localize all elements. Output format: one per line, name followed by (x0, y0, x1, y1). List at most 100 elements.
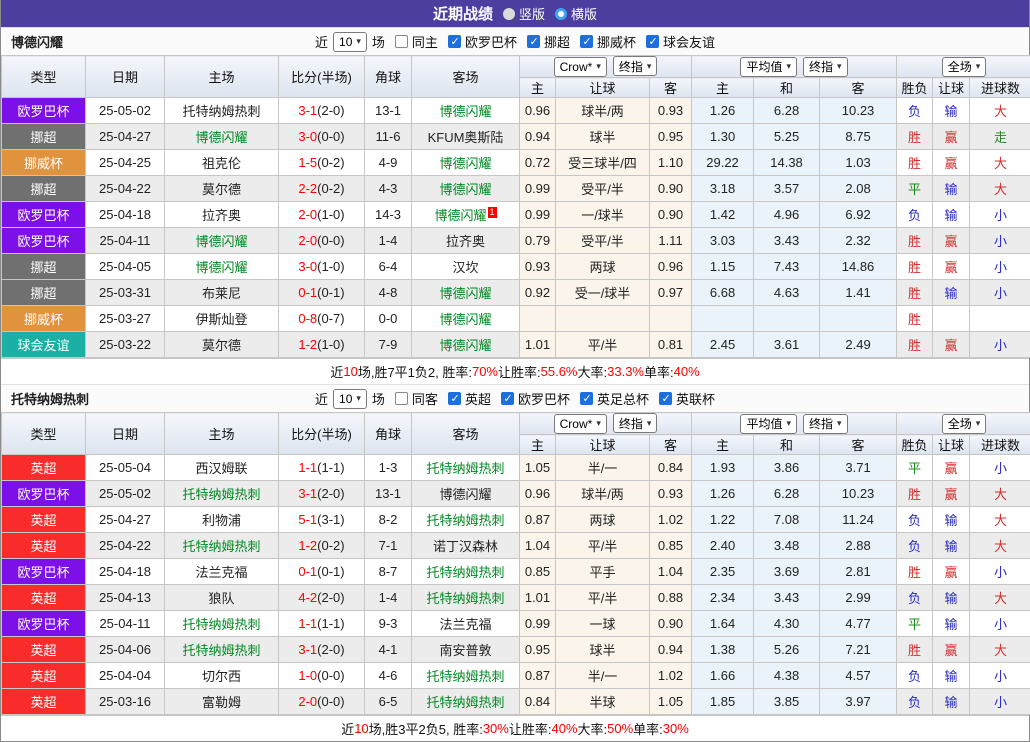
avg-away-odds (820, 306, 897, 332)
avg-away-odds: 6.92 (820, 202, 897, 228)
home-team[interactable]: 布莱尼 (165, 280, 279, 306)
avg-draw-odds: 3.57 (754, 176, 820, 202)
home-team[interactable]: 博德闪耀 (165, 124, 279, 150)
home-team[interactable]: 托特纳姆热刺 (165, 637, 279, 663)
avg-draw-odds: 14.38 (754, 150, 820, 176)
away-team[interactable]: 南安普敦 (412, 637, 520, 663)
half-time-score: (1-1) (317, 460, 344, 475)
away-team[interactable]: 托特纳姆热刺 (412, 585, 520, 611)
sub-column-header: 进球数 (970, 435, 1030, 455)
league-filter-checkbox[interactable] (527, 35, 540, 48)
home-team[interactable]: 拉齐奥 (165, 202, 279, 228)
result-handicap: 输 (933, 533, 970, 559)
league-type-cell: 欧罗巴杯 (2, 481, 86, 507)
result-goals: 大 (970, 150, 1030, 176)
away-team[interactable]: 博德闪耀 (412, 280, 520, 306)
away-team[interactable]: KFUM奥斯陆 (412, 124, 520, 150)
home-team[interactable]: 狼队 (165, 585, 279, 611)
home-team[interactable]: 莫尔德 (165, 176, 279, 202)
layout-radio-vertical[interactable]: 竖版 (503, 4, 545, 23)
away-team[interactable]: 博德闪耀 (412, 306, 520, 332)
chevron-down-icon: ▾ (596, 61, 601, 72)
full-time-score: 4-2 (298, 590, 317, 605)
league-type-cell: 欧罗巴杯 (2, 98, 86, 124)
crow-select[interactable]: Crow*▾ (554, 57, 607, 77)
full-match-select[interactable]: 全场▾ (942, 414, 987, 434)
table-row: 欧罗巴杯25-04-18法兰克福0-1(0-1)8-7托特纳姆热刺0.85平手1… (2, 559, 1030, 585)
away-team[interactable]: 托特纳姆热刺 (412, 507, 520, 533)
away-team[interactable]: 托特纳姆热刺 (412, 663, 520, 689)
same-venue-checkbox[interactable] (395, 392, 408, 405)
corner-cell: 11-6 (365, 124, 412, 150)
home-team[interactable]: 利物浦 (165, 507, 279, 533)
home-team[interactable]: 托特纳姆热刺 (165, 533, 279, 559)
away-team[interactable]: 法兰克福 (412, 611, 520, 637)
away-team[interactable]: 托特纳姆热刺 (412, 559, 520, 585)
away-team[interactable]: 托特纳姆热刺 (412, 455, 520, 481)
average-select[interactable]: 平均值▾ (740, 57, 797, 77)
result-handicap: 赢 (933, 124, 970, 150)
home-team[interactable]: 法兰克福 (165, 559, 279, 585)
league-type-cell: 挪超 (2, 254, 86, 280)
home-team[interactable]: 托特纳姆热刺 (165, 481, 279, 507)
league-filter-checkbox[interactable] (501, 392, 514, 405)
final-index-select-2-value: 终指 (809, 415, 833, 432)
score-cell: 0-8(0-7) (279, 306, 365, 332)
home-team[interactable]: 博德闪耀 (165, 254, 279, 280)
recent-count-select[interactable]: 10▾ (333, 389, 367, 409)
away-team[interactable]: 汉坎 (412, 254, 520, 280)
league-filter-checkbox[interactable] (659, 392, 672, 405)
league-filter-label: 英足总杯 (597, 389, 649, 408)
home-team[interactable]: 富勒姆 (165, 689, 279, 715)
summary-segment: 近 (330, 362, 343, 381)
handicap-line: 一/球半 (556, 202, 650, 228)
home-team[interactable]: 博德闪耀 (165, 228, 279, 254)
home-team[interactable]: 西汉姆联 (165, 455, 279, 481)
league-filter-checkbox[interactable] (580, 392, 593, 405)
header-select-group: Crow*▾ 终指▾ (520, 56, 692, 78)
average-select[interactable]: 平均值▾ (740, 414, 797, 434)
let-away-odds: 1.05 (650, 689, 692, 715)
home-team[interactable]: 托特纳姆热刺 (165, 611, 279, 637)
league-filter-checkbox[interactable] (448, 35, 461, 48)
away-team[interactable]: 博德闪耀 (412, 176, 520, 202)
layout-radio-horizontal[interactable]: 横版 (555, 4, 597, 23)
full-match-select[interactable]: 全场▾ (942, 57, 987, 77)
league-filter-checkbox[interactable] (448, 392, 461, 405)
league-filter-checkbox[interactable] (580, 35, 593, 48)
home-team[interactable]: 祖克伦 (165, 150, 279, 176)
table-row: 挪超25-03-31布莱尼0-1(0-1)4-8博德闪耀0.92受一/球半0.9… (2, 280, 1030, 306)
home-team[interactable]: 伊斯灿登 (165, 306, 279, 332)
score-cell: 1-5(0-2) (279, 150, 365, 176)
away-team[interactable]: 博德闪耀 (412, 332, 520, 358)
result-handicap: 输 (933, 611, 970, 637)
away-team[interactable]: 拉齐奥 (412, 228, 520, 254)
avg-draw-odds: 7.43 (754, 254, 820, 280)
crow-select[interactable]: Crow*▾ (554, 414, 607, 434)
final-index-select[interactable]: 终指▾ (613, 413, 658, 433)
away-team[interactable]: 托特纳姆热刺 (412, 689, 520, 715)
home-team[interactable]: 切尔西 (165, 663, 279, 689)
avg-home-odds: 1.93 (692, 455, 754, 481)
final-index-select-2[interactable]: 终指▾ (803, 414, 848, 434)
let-away-odds: 0.90 (650, 176, 692, 202)
same-venue-checkbox[interactable] (395, 35, 408, 48)
corner-cell: 4-8 (365, 280, 412, 306)
away-team[interactable]: 博德闪耀1 (412, 202, 520, 228)
half-time-score: (0-1) (317, 285, 344, 300)
final-index-select-2[interactable]: 终指▾ (803, 57, 848, 77)
table-row: 欧罗巴杯25-05-02托特纳姆热刺3-1(2-0)13-1博德闪耀0.96球半… (2, 98, 1030, 124)
away-team[interactable]: 博德闪耀 (412, 150, 520, 176)
avg-draw-odds: 3.61 (754, 332, 820, 358)
league-filter-checkbox[interactable] (646, 35, 659, 48)
away-team[interactable]: 博德闪耀 (412, 98, 520, 124)
date-cell: 25-04-04 (86, 663, 165, 689)
recent-count-select[interactable]: 10▾ (333, 32, 367, 52)
score-cell: 3-1(2-0) (279, 637, 365, 663)
away-team[interactable]: 诺丁汉森林 (412, 533, 520, 559)
home-team[interactable]: 莫尔德 (165, 332, 279, 358)
final-index-select[interactable]: 终指▾ (613, 56, 658, 76)
corner-cell: 1-4 (365, 228, 412, 254)
home-team[interactable]: 托特纳姆热刺 (165, 98, 279, 124)
away-team[interactable]: 博德闪耀 (412, 481, 520, 507)
